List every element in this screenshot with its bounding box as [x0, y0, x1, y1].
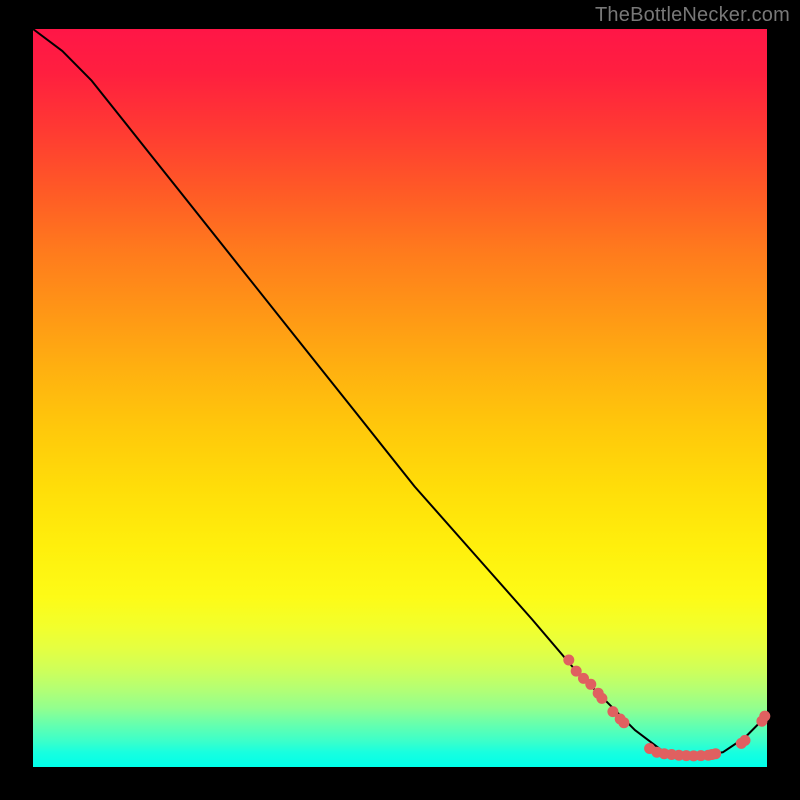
data-dot	[759, 711, 770, 722]
data-dot	[740, 735, 751, 746]
plot-overlay	[33, 29, 767, 767]
attribution-label: TheBottleNecker.com	[595, 4, 790, 27]
bottleneck-curve	[33, 29, 767, 756]
plot-area	[33, 29, 767, 767]
data-dot	[585, 679, 596, 690]
data-dot	[710, 748, 721, 759]
data-dot	[563, 655, 574, 666]
data-dot	[618, 717, 629, 728]
data-dot	[596, 693, 607, 704]
marker-cluster	[563, 655, 770, 762]
chart-stage: TheBottleNecker.com	[0, 0, 800, 800]
